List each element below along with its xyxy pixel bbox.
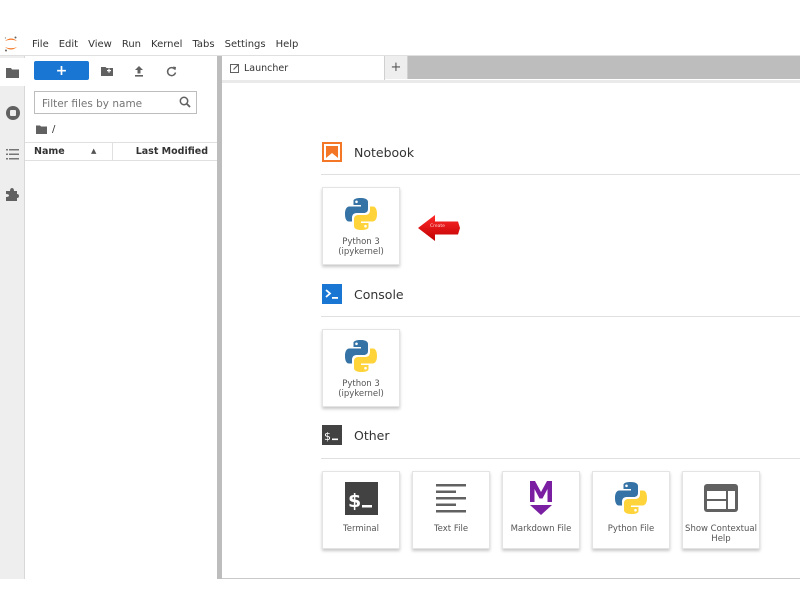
section-divider bbox=[321, 458, 800, 459]
svg-text:$: $ bbox=[348, 490, 361, 512]
breadcrumb: / bbox=[36, 122, 55, 136]
file-browser-panel: + Filter files by name / Name ▲ Last Mod… bbox=[25, 56, 217, 579]
section-notebook-title: Notebook bbox=[354, 144, 415, 160]
launcher-card-terminal[interactable]: $ Terminal bbox=[322, 471, 400, 549]
launcher-card-python-file[interactable]: Python File bbox=[592, 471, 670, 549]
activity-running-kernels[interactable] bbox=[0, 99, 25, 127]
new-folder-button[interactable] bbox=[98, 62, 116, 80]
stop-circle-icon bbox=[5, 106, 20, 120]
section-notebook-header: Notebook bbox=[322, 142, 414, 162]
menu-settings[interactable]: Settings bbox=[220, 33, 271, 56]
filter-files-box bbox=[34, 91, 197, 115]
file-listing-header: Name ▲ Last Modified bbox=[25, 142, 217, 161]
upload-icon bbox=[135, 65, 143, 77]
terminal-icon: $ bbox=[322, 425, 342, 445]
section-console-header: Console bbox=[322, 284, 404, 304]
card-label: Python 3 (ipykernel) bbox=[338, 379, 384, 399]
menu-help[interactable]: Help bbox=[271, 33, 304, 56]
section-divider bbox=[321, 316, 800, 317]
console-icon bbox=[322, 284, 342, 304]
notebook-icon bbox=[322, 142, 342, 162]
menu-view[interactable]: View bbox=[83, 33, 117, 56]
menu-run[interactable]: Run bbox=[117, 33, 146, 56]
column-name-label: Name bbox=[34, 146, 65, 157]
section-other-title: Other bbox=[354, 427, 390, 443]
arrow-label: Create bbox=[430, 224, 445, 229]
main-area-border bbox=[222, 578, 800, 579]
menu-file[interactable]: File bbox=[26, 33, 54, 56]
section-console-title: Console bbox=[354, 286, 404, 302]
tab-bar: Launcher + bbox=[222, 56, 800, 80]
python-icon bbox=[593, 479, 669, 517]
card-label: Python 3 (ipykernel) bbox=[338, 237, 384, 257]
section-other-header: $ Other bbox=[322, 425, 390, 445]
refresh-icon bbox=[166, 66, 176, 76]
new-tab-button[interactable]: + bbox=[385, 56, 408, 79]
new-folder-icon bbox=[101, 67, 113, 76]
launcher-icon bbox=[230, 63, 239, 73]
file-browser-toolbar: + bbox=[25, 60, 217, 82]
python-icon bbox=[323, 337, 399, 375]
menu-tabs[interactable]: Tabs bbox=[187, 33, 219, 56]
activity-table-of-contents[interactable] bbox=[0, 140, 25, 168]
left-activity-bar bbox=[0, 56, 25, 579]
filter-files-input[interactable] bbox=[35, 93, 165, 115]
python-icon bbox=[323, 195, 399, 233]
main-dock-area: Launcher + Notebook Python 3 (ipykernel)… bbox=[222, 56, 800, 579]
activity-file-browser[interactable] bbox=[0, 58, 25, 86]
launcher-card-notebook-python3[interactable]: Python 3 (ipykernel) bbox=[322, 187, 400, 265]
tab-launcher-label: Launcher bbox=[244, 62, 289, 74]
svg-text:$: $ bbox=[324, 430, 331, 443]
text-file-icon bbox=[413, 479, 489, 517]
launcher-card-text-file[interactable]: Text File bbox=[412, 471, 490, 549]
terminal-icon: $ bbox=[323, 479, 399, 517]
folder-icon bbox=[6, 67, 19, 78]
launcher-card-console-python3[interactable]: Python 3 (ipykernel) bbox=[322, 329, 400, 407]
menu-kernel[interactable]: Kernel bbox=[146, 33, 187, 56]
card-label: Markdown File bbox=[510, 524, 572, 534]
jupyter-logo-icon bbox=[0, 33, 26, 56]
card-label: Terminal bbox=[343, 524, 379, 534]
launcher-card-markdown-file[interactable]: Markdown File bbox=[502, 471, 580, 549]
new-launcher-button[interactable]: + bbox=[34, 61, 89, 80]
refresh-button[interactable] bbox=[162, 62, 180, 80]
search-icon bbox=[179, 96, 191, 108]
activity-extension-manager[interactable] bbox=[0, 180, 25, 208]
puzzle-icon bbox=[6, 187, 19, 201]
card-label: Show Contextual Help bbox=[685, 524, 757, 544]
card-label: Text File bbox=[433, 524, 469, 534]
jupyterlab-app: File Edit View Run Kernel Tabs Settings … bbox=[0, 33, 800, 579]
home-folder-icon[interactable] bbox=[36, 125, 47, 134]
section-divider bbox=[321, 174, 800, 175]
markdown-icon bbox=[503, 479, 579, 517]
launcher-card-contextual-help[interactable]: Show Contextual Help bbox=[682, 471, 760, 549]
red-arrow-annotation: Create bbox=[418, 215, 460, 241]
card-label: Python File bbox=[607, 524, 655, 534]
upload-button[interactable] bbox=[130, 62, 148, 80]
sort-ascending-icon: ▲ bbox=[91, 147, 97, 155]
column-name-header[interactable]: Name ▲ bbox=[25, 143, 113, 160]
column-last-modified-header[interactable]: Last Modified bbox=[136, 143, 208, 160]
menu-edit[interactable]: Edit bbox=[54, 33, 83, 56]
list-icon bbox=[6, 148, 19, 159]
launcher-panel: Notebook Python 3 (ipykernel) Create Con… bbox=[222, 83, 800, 578]
breadcrumb-root[interactable]: / bbox=[52, 124, 55, 135]
menu-bar: File Edit View Run Kernel Tabs Settings … bbox=[0, 33, 800, 56]
contextual-help-icon bbox=[683, 479, 759, 517]
tab-launcher[interactable]: Launcher bbox=[222, 56, 385, 80]
